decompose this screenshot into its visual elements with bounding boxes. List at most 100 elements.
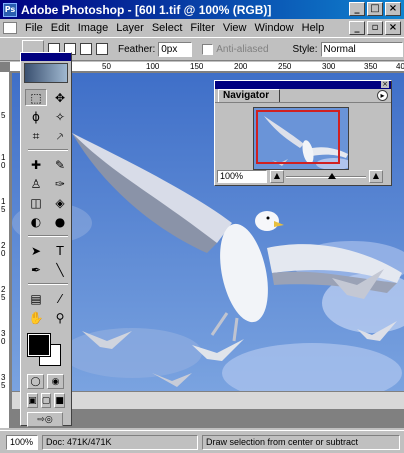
menu-help[interactable]: Help	[298, 22, 329, 34]
feather-label: Feather:	[118, 43, 156, 55]
navigator-thumbnail[interactable]	[253, 107, 349, 170]
menu-file[interactable]: File	[21, 22, 47, 34]
eraser-icon[interactable]: ◫	[25, 194, 47, 211]
menu-filter[interactable]: Filter	[186, 22, 218, 34]
document-icon[interactable]	[3, 22, 17, 34]
dodge-icon[interactable]: ●	[49, 213, 71, 230]
navigator-zoom-input[interactable]: 100%	[217, 169, 267, 183]
toolbox-separator	[28, 235, 68, 237]
anti-aliased-label: Anti-aliased	[216, 43, 269, 55]
ruler-tick: 400	[396, 62, 404, 71]
toolbox-titlebar[interactable]	[21, 53, 71, 61]
close-button[interactable]: ×	[385, 2, 401, 16]
adobe-logo[interactable]	[24, 63, 68, 83]
pen-icon[interactable]: ✒	[25, 261, 47, 278]
ruler-tick: 50	[102, 62, 111, 71]
magic-wand-icon[interactable]: ✧	[49, 108, 71, 125]
menu-select[interactable]: Select	[148, 22, 187, 34]
style-label: Style:	[292, 43, 318, 55]
ruler-tick: 10	[1, 153, 6, 170]
navigator-titlebar[interactable]: ×	[215, 81, 391, 89]
ruler-tick: 250	[278, 62, 292, 71]
ruler-tick: 20	[1, 241, 6, 258]
mask-mode-row: ◯ ◉	[27, 374, 65, 389]
zoom-slider-knob[interactable]	[327, 172, 336, 179]
navigator-menu-icon[interactable]: ▸	[377, 90, 388, 101]
clone-stamp-icon[interactable]: ♙	[25, 175, 47, 192]
zoom-in-icon[interactable]: ▲	[369, 169, 383, 183]
lasso-icon[interactable]: ϕ	[25, 108, 47, 125]
doc-close-button[interactable]: ×	[385, 21, 401, 35]
healing-brush-icon[interactable]: ✚	[25, 156, 47, 173]
slice-icon[interactable]: ⸕	[49, 127, 71, 144]
standard-screen-icon[interactable]: ▣	[27, 393, 38, 408]
intersect-selection-icon[interactable]	[96, 43, 108, 55]
navigator-tabs: Navigator ▸	[215, 89, 391, 103]
doc-minimize-button[interactable]: _	[349, 21, 365, 35]
window-title: Adobe Photoshop - [60I 1.tif @ 100% (RGB…	[21, 2, 272, 17]
zoom-slider-track	[286, 175, 366, 178]
status-doc-size[interactable]: Doc: 471K/471K	[42, 434, 198, 450]
hand-icon[interactable]: ✋	[25, 309, 47, 326]
color-swatches	[25, 332, 67, 368]
menu-bar: File Edit Image Layer Select Filter View…	[0, 19, 404, 37]
toolbox-separator	[28, 283, 68, 285]
paint-bucket-icon[interactable]: ◈	[49, 194, 71, 211]
minimize-button[interactable]: _	[349, 2, 365, 16]
navigator-zoom-controls: 100% ▲ ▲	[217, 169, 389, 183]
menu-layer[interactable]: Layer	[112, 22, 148, 34]
ruler-tick: 150	[190, 62, 204, 71]
full-screen-icon[interactable]: ■	[54, 393, 66, 408]
type-icon[interactable]: T	[49, 242, 71, 259]
feather-input[interactable]: 0px	[158, 41, 193, 57]
status-zoom-field[interactable]: 100%	[6, 434, 38, 450]
quickmask-mode-icon[interactable]: ◉	[47, 374, 64, 389]
ruler-tick: 200	[234, 62, 248, 71]
ruler-tick: 30	[1, 329, 6, 346]
menu-view[interactable]: View	[219, 22, 251, 34]
standard-mode-icon[interactable]: ◯	[27, 374, 44, 389]
document-controls: _ ▫ ×	[349, 21, 401, 35]
crop-icon[interactable]: ⌗	[25, 127, 47, 144]
notes-icon[interactable]: ▤	[25, 290, 47, 307]
tab-navigator[interactable]: Navigator	[218, 89, 281, 102]
zoom-slider[interactable]	[286, 170, 366, 183]
blur-icon[interactable]: ◐	[25, 213, 47, 230]
path-select-icon[interactable]: ➤	[25, 242, 47, 259]
anti-aliased-checkbox[interactable]	[202, 43, 214, 55]
navigator-panel: × Navigator ▸ 100% ▲ ▲	[214, 80, 392, 186]
move-icon[interactable]: ✥	[49, 89, 71, 106]
navigator-close-icon[interactable]: ×	[381, 81, 389, 88]
ruler-tick: 15	[1, 197, 6, 214]
subtract-selection-icon[interactable]	[80, 43, 92, 55]
menu-window[interactable]: Window	[251, 22, 298, 34]
jump-row: ⇨◎	[27, 412, 65, 427]
line-icon[interactable]: ╲	[49, 261, 71, 278]
status-tool-hint: Draw selection from center or subtract	[202, 434, 400, 450]
title-bar: Ps Adobe Photoshop - [60I 1.tif @ 100% (…	[0, 0, 404, 19]
tool-grid: ⬚ ✥ ϕ ✧ ⌗ ⸕ ✚ ✎ ♙ ✑ ◫ ◈ ◐ ● ➤ T ✒ ╲ ▤ ⁄ ✋ ⚲	[25, 89, 68, 326]
zoom-out-icon[interactable]: ▲	[270, 169, 284, 183]
ruler-tick: 300	[322, 62, 336, 71]
zoom-icon[interactable]: ⚲	[49, 309, 71, 326]
photoshop-app-icon[interactable]: Ps	[3, 2, 17, 17]
navigator-view-frame[interactable]	[256, 110, 340, 164]
full-screen-menu-icon[interactable]: ▢	[40, 393, 52, 408]
history-brush-icon[interactable]: ✑	[49, 175, 71, 192]
ruler-tick: 5	[1, 111, 6, 120]
foreground-color-swatch[interactable]	[27, 333, 51, 357]
maximize-button[interactable]: □	[367, 2, 383, 16]
brush-icon[interactable]: ✎	[49, 156, 71, 173]
screen-mode-row: ▣ ▢ ■	[27, 393, 66, 408]
jump-to-imageready-icon[interactable]: ⇨◎	[27, 412, 63, 427]
eyedropper-icon[interactable]: ⁄	[49, 290, 71, 307]
menu-image[interactable]: Image	[74, 22, 113, 34]
doc-restore-button[interactable]: ▫	[367, 21, 383, 35]
style-select[interactable]: Normal	[320, 41, 403, 57]
status-bar: 100% Doc: 471K/471K Draw selection from …	[0, 430, 404, 453]
vertical-ruler: 5 10 15 20 25 30 35	[0, 72, 10, 428]
ruler-tick: 35	[1, 373, 6, 390]
ruler-tick: 100	[146, 62, 160, 71]
menu-edit[interactable]: Edit	[47, 22, 74, 34]
marquee-icon[interactable]: ⬚	[25, 89, 47, 106]
